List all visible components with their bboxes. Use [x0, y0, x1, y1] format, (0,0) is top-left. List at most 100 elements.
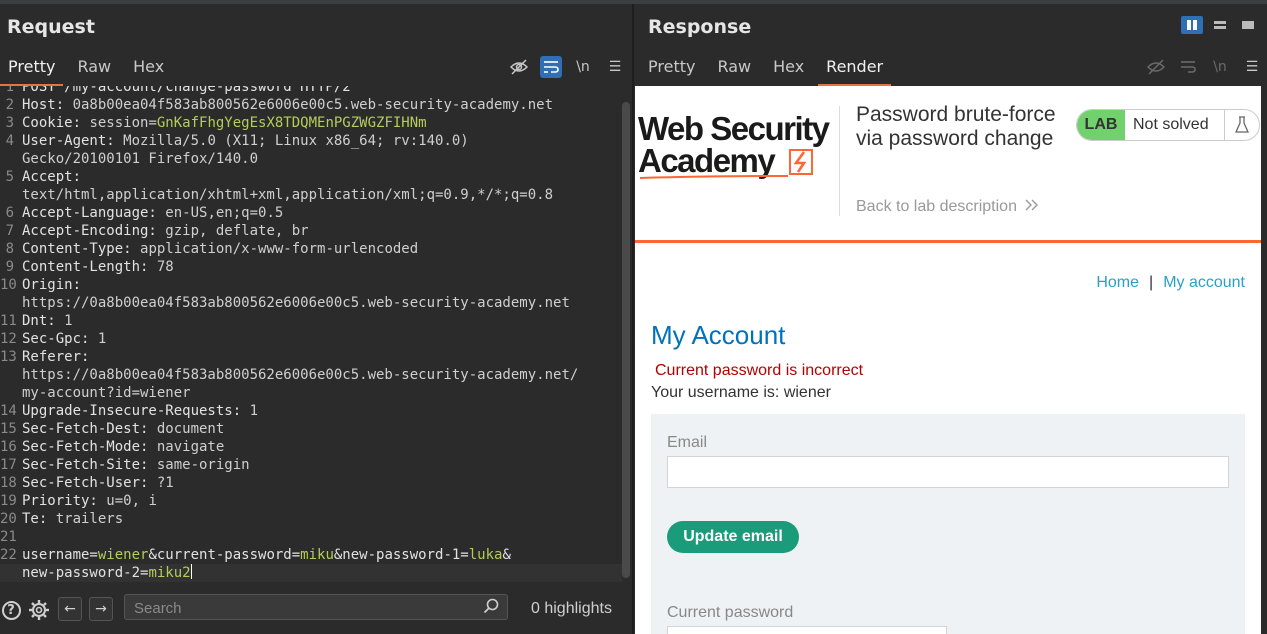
response-tab-hex[interactable]: Hex [765, 48, 812, 86]
header-divider [635, 240, 1261, 243]
line-code: Accept: [22, 168, 81, 186]
search-icon[interactable] [483, 598, 499, 618]
editor-line[interactable]: text/html,application/xhtml+xml,applicat… [0, 186, 622, 204]
code-token: luka [468, 547, 503, 563]
editor-line[interactable]: 20 Te: trailers [0, 510, 622, 528]
next-arrow-icon[interactable]: → [89, 597, 113, 621]
editor-line[interactable]: Gecko/20100101 Firefox/140.0 [0, 150, 622, 168]
show-newlines-button[interactable]: \n [1209, 56, 1231, 78]
code-token: https://0a8b00ea04f583ab800562e6006e00c5… [22, 367, 579, 383]
code-token: Upgrade-Insecure-Requests: [22, 403, 250, 419]
editor-line[interactable]: 9 Content-Length: 78 [0, 258, 622, 276]
layout-tabs-icon[interactable] [1237, 16, 1259, 34]
line-code: Gecko/20100101 Firefox/140.0 [22, 150, 258, 168]
editor-line[interactable]: new-password-2=miku2 [0, 564, 622, 582]
editor-line[interactable]: 1 POST /my-account/change-password HTTP/2 [0, 86, 622, 96]
code-token: application/x-www-form-urlencoded [140, 241, 419, 257]
line-number: 1 [5, 86, 14, 95]
code-token: miku2 [148, 565, 191, 581]
editor-line[interactable]: 5 Accept: [0, 168, 622, 186]
show-newlines-button[interactable]: \n [572, 56, 594, 78]
code-token: Host: [22, 97, 73, 113]
menu-icon[interactable]: ☰ [604, 56, 626, 78]
editor-line[interactable]: https://0a8b00ea04f583ab800562e6006e00c5… [0, 294, 622, 312]
editor-line[interactable]: 4 User-Agent: Mozilla/5.0 (X11; Linux x86… [0, 132, 622, 150]
line-code: https://0a8b00ea04f583ab800562e6006e00c5… [22, 366, 578, 384]
highlights-count: 0 highlights [531, 600, 612, 617]
line-number: 10 [0, 277, 17, 293]
word-wrap-icon[interactable] [1177, 56, 1199, 78]
line-code: Sec-Fetch-Site: same-origin [22, 456, 250, 474]
editor-line[interactable]: 6 Accept-Language: en-US,en;q=0.5 [0, 204, 622, 222]
page-title: My Account [651, 320, 786, 350]
editor-line[interactable]: 2 Host: 0a8b00ea04f583ab800562e6006e00c5.… [0, 96, 622, 114]
menu-icon[interactable]: ☰ [1241, 56, 1263, 78]
editor-line[interactable]: 16 Sec-Fetch-Mode: navigate [0, 438, 622, 456]
line-number: 6 [5, 205, 14, 221]
hide-nonprintable-icon[interactable] [508, 56, 530, 78]
request-scrollbar[interactable] [622, 102, 630, 578]
previous-arrow-icon[interactable]: ← [58, 597, 82, 621]
back-to-lab-link[interactable]: Back to lab description [856, 198, 1039, 216]
request-tab-pretty[interactable]: Pretty [0, 48, 64, 86]
text-caret [190, 564, 192, 579]
editor-line[interactable]: 22 username=wiener&current-password=miku&… [0, 546, 622, 564]
editor-line[interactable]: 10 Origin: [0, 276, 622, 294]
request-tab-hex[interactable]: Hex [125, 48, 172, 86]
line-number: 15 [0, 421, 17, 437]
editor-line[interactable]: 19 Priority: u=0, i [0, 492, 622, 510]
code-token: ?1 [156, 475, 174, 491]
line-number: 9 [5, 259, 14, 275]
request-tab-raw[interactable]: Raw [69, 48, 119, 86]
response-tab-render[interactable]: Render [818, 48, 892, 86]
web-security-academy-logo[interactable]: Web Security Academy [638, 106, 838, 180]
code-token: Priority: [22, 493, 107, 509]
layout-stacked-icon[interactable] [1209, 16, 1231, 34]
line-code: Upgrade-Insecure-Requests: 1 [22, 402, 258, 420]
code-token: Sec-Fetch-User: [22, 475, 157, 491]
editor-line[interactable]: 13 Referer: [0, 348, 622, 366]
email-field[interactable] [667, 456, 1229, 488]
editor-line[interactable]: 15 Sec-Fetch-Dest: document [0, 420, 622, 438]
search-input[interactable] [132, 597, 476, 619]
help-icon[interactable]: ? [0, 599, 22, 621]
editor-line[interactable]: 17 Sec-Fetch-Site: same-origin [0, 456, 622, 474]
editor-line[interactable]: 21 [0, 528, 622, 546]
nav-home-link[interactable]: Home [1096, 274, 1139, 291]
editor-line[interactable]: 7 Accept-Encoding: gzip, deflate, br [0, 222, 622, 240]
flask-icon [1224, 110, 1259, 140]
code-token: & [502, 547, 511, 563]
code-token: Dnt: [22, 313, 65, 329]
code-token: Content-Type: [22, 241, 141, 257]
editor-line[interactable]: 18 Sec-Fetch-User: ?1 [0, 474, 622, 492]
word-wrap-icon[interactable] [540, 56, 562, 78]
response-tab-raw[interactable]: Raw [709, 48, 759, 86]
response-tab-pretty[interactable]: Pretty [640, 48, 703, 86]
request-editor[interactable]: 1 POST /my-account/change-password HTTP/2… [0, 86, 622, 582]
editor-line[interactable]: my-account?id=wiener [0, 384, 622, 402]
nav-my-account-link[interactable]: My account [1163, 274, 1245, 291]
rendered-page: Web Security Academy Password brute-forc… [635, 86, 1261, 634]
code-token: new-password-2= [22, 565, 149, 581]
editor-line[interactable]: https://0a8b00ea04f583ab800562e6006e00c5… [0, 366, 622, 384]
line-code: text/html,application/xhtml+xml,applicat… [22, 186, 553, 204]
code-token: Sec-Gpc: [22, 331, 98, 347]
layout-side-by-side-icon[interactable] [1181, 16, 1203, 34]
update-email-button[interactable]: Update email [667, 521, 799, 553]
line-code: User-Agent: Mozilla/5.0 (X11; Linux x86_… [22, 132, 469, 150]
current-password-field[interactable] [667, 626, 947, 634]
line-code: Te: trailers [22, 510, 123, 528]
hide-nonprintable-icon[interactable] [1145, 56, 1167, 78]
editor-line[interactable]: 12 Sec-Gpc: 1 [0, 330, 622, 348]
editor-line[interactable]: 3 Cookie: session=GnKafFhgYegEsX8TDQMEnPG… [0, 114, 622, 132]
line-code: Dnt: 1 [22, 312, 73, 330]
line-number: 7 [5, 223, 14, 239]
line-code: Accept-Language: en-US,en;q=0.5 [22, 204, 283, 222]
settings-gear-icon[interactable] [28, 599, 50, 621]
line-number: 11 [0, 313, 17, 329]
code-token: username= [22, 547, 98, 563]
code-token: Referer: [22, 349, 90, 365]
editor-line[interactable]: 11 Dnt: 1 [0, 312, 622, 330]
editor-line[interactable]: 8 Content-Type: application/x-www-form-ur… [0, 240, 622, 258]
editor-line[interactable]: 14 Upgrade-Insecure-Requests: 1 [0, 402, 622, 420]
